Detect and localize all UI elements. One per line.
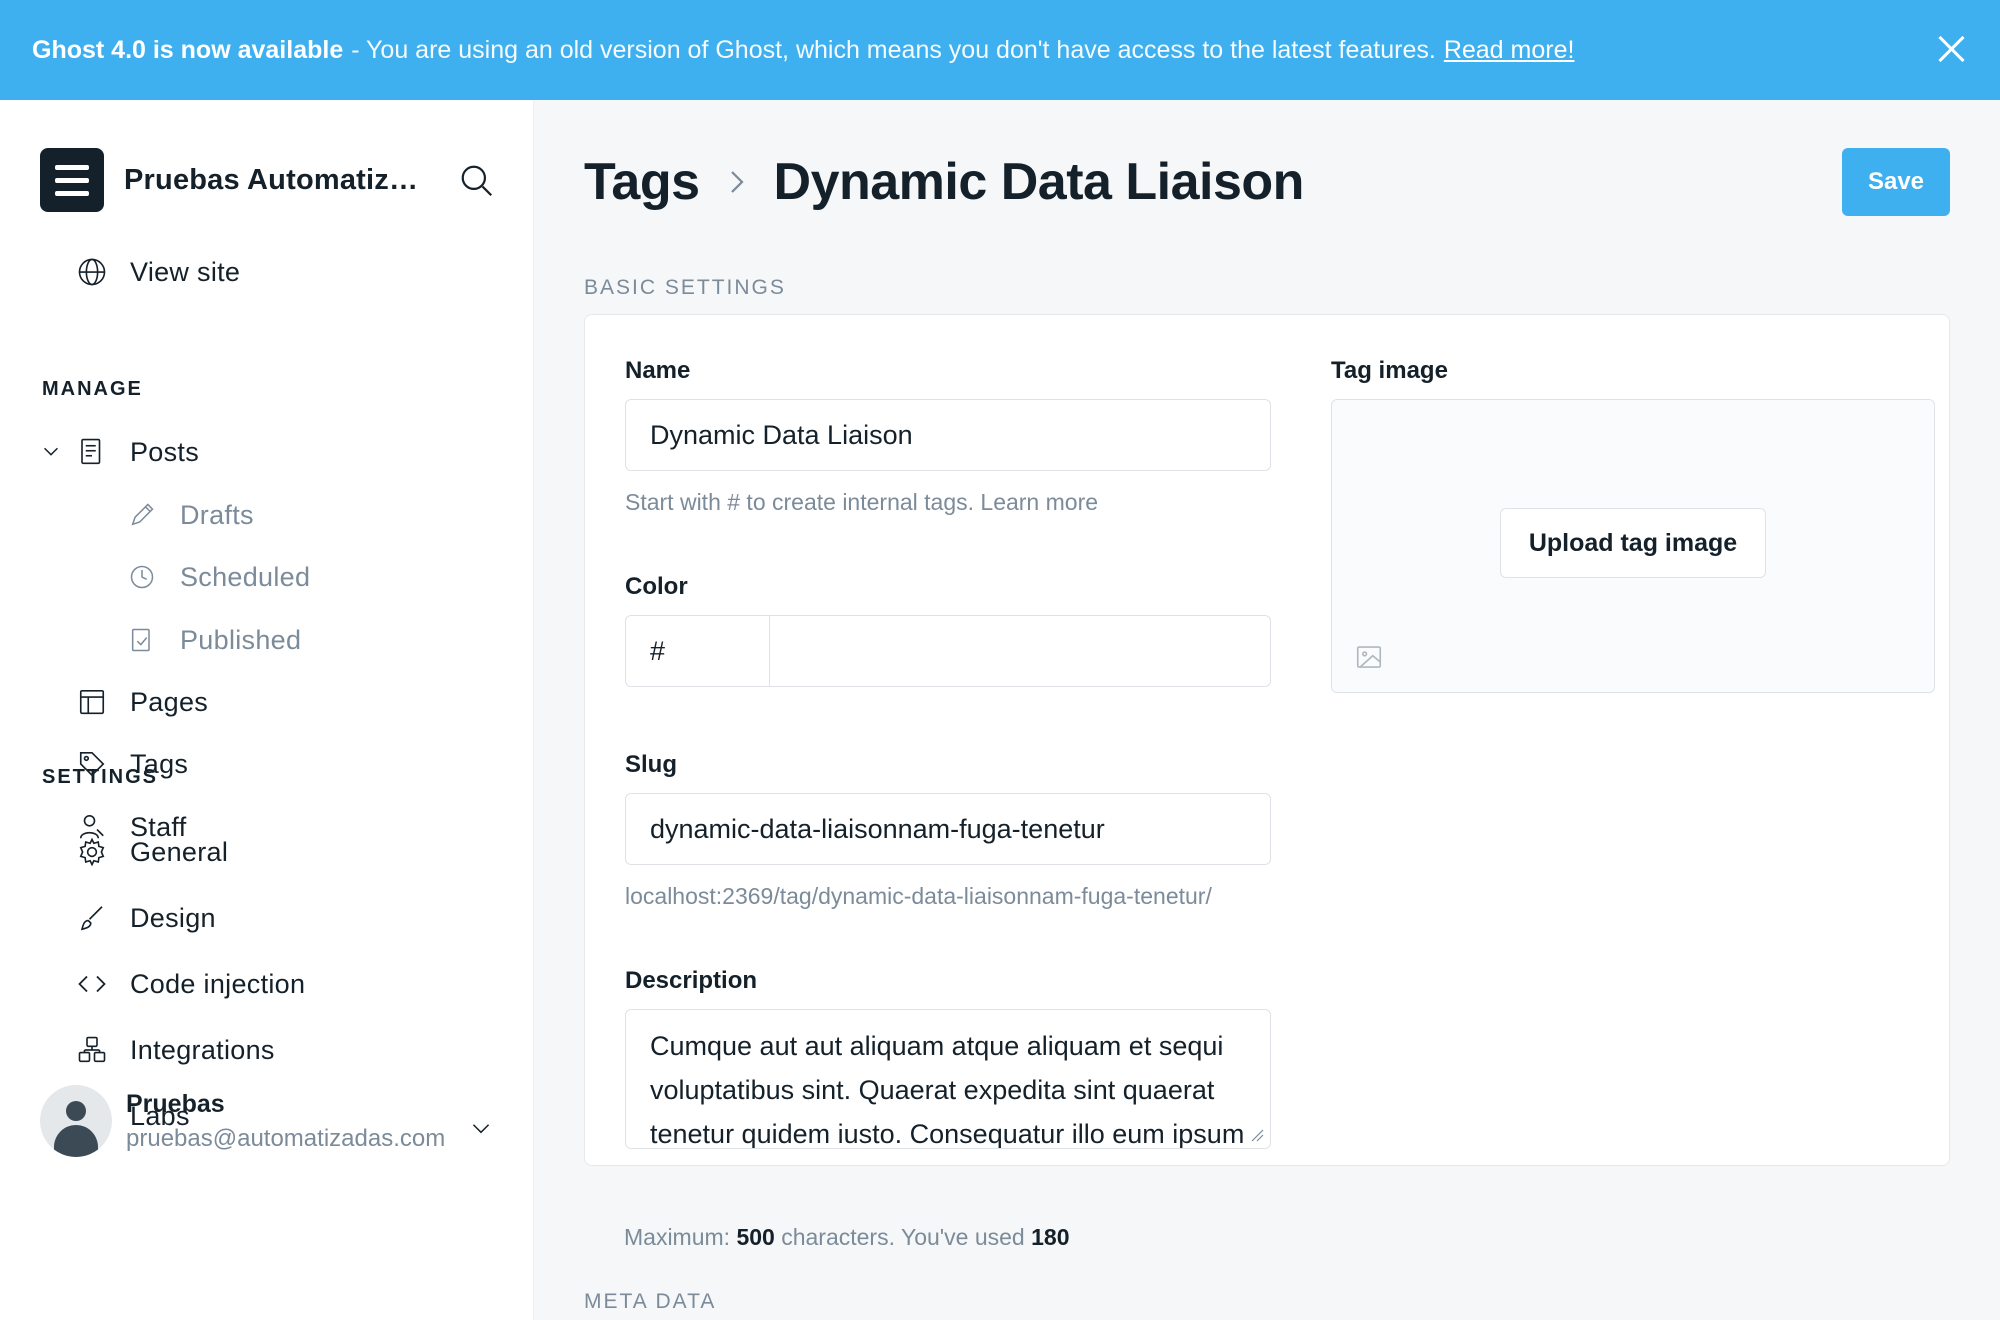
- section-label-manage: MANAGE: [42, 378, 143, 400]
- sidebar-item-label: Scheduled: [180, 561, 311, 592]
- color-hash: #: [650, 636, 666, 666]
- pencil-icon: [124, 497, 160, 533]
- avatar: [40, 1085, 112, 1157]
- sidebar-item-code-injection[interactable]: Code injection: [74, 966, 305, 1002]
- sidebar-item-integrations[interactable]: Integrations: [74, 1032, 275, 1068]
- sidebar-item-view-site[interactable]: View site: [74, 254, 240, 290]
- user-email: pruebas@automatizadas.com: [126, 1124, 446, 1152]
- sidebar-item-label: Posts: [130, 436, 200, 467]
- sidebar-item-label: Integrations: [130, 1034, 275, 1065]
- chevron-down-icon[interactable]: [40, 440, 62, 462]
- name-label: Name: [625, 357, 691, 384]
- section-label-settings: SETTINGS: [42, 766, 159, 788]
- user-menu[interactable]: Pruebas pruebas@automatizadas.com: [40, 1085, 446, 1157]
- sidebar-item-label: View site: [130, 256, 241, 287]
- breadcrumb: Tags Dynamic Data Liaison: [584, 152, 1304, 212]
- pages-icon: [74, 684, 110, 720]
- breadcrumb-tags-link[interactable]: Tags: [584, 152, 700, 212]
- sidebar-item-posts[interactable]: Posts: [74, 434, 199, 470]
- color-swatch[interactable]: [698, 616, 770, 686]
- color-label: Color: [625, 573, 688, 600]
- search-icon[interactable]: [458, 162, 496, 200]
- banner-headline: Ghost 4.0 is now available: [32, 35, 344, 64]
- slug-label: Slug: [625, 751, 677, 778]
- sidebar-item-label: General: [130, 836, 229, 867]
- sidebar-item-scheduled[interactable]: Scheduled: [124, 559, 310, 595]
- upgrade-banner: Ghost 4.0 is now available - You are usi…: [0, 0, 2000, 100]
- resize-grip-icon[interactable]: [1250, 1128, 1264, 1142]
- sidebar-item-label: Code injection: [130, 968, 306, 999]
- upload-tag-image-button[interactable]: Upload tag image: [1500, 508, 1766, 578]
- color-field[interactable]: #: [625, 615, 1271, 687]
- banner-read-more-link[interactable]: Read more!: [1444, 36, 1575, 65]
- image-icon: [1356, 646, 1382, 668]
- description-field[interactable]: Cumque aut aut aliquam atque aliquam et …: [625, 1009, 1271, 1149]
- description-value: Cumque aut aut aliquam atque aliquam et …: [650, 1031, 1245, 1149]
- name-field[interactable]: Dynamic Data Liaison: [625, 399, 1271, 471]
- site-name: Pruebas Automatizadas: [124, 163, 424, 196]
- sidebar-item-label: Drafts: [180, 499, 254, 530]
- brush-icon: [74, 900, 110, 936]
- posts-icon: [74, 434, 110, 470]
- chevron-down-icon[interactable]: [468, 1115, 494, 1141]
- main-content: Tags Dynamic Data Liaison Save BASIC SET…: [534, 100, 2000, 1320]
- basic-settings-card: Name Dynamic Data Liaison Start with # t…: [584, 314, 1950, 1166]
- description-char-count: Maximum: 500 characters. You've used 180: [624, 1224, 1070, 1250]
- code-icon: [74, 966, 110, 1002]
- slug-url-hint: localhost:2369/tag/dynamic-data-liaisonn…: [625, 883, 1212, 909]
- sidebar-item-design[interactable]: Design: [74, 900, 216, 936]
- tag-image-label: Tag image: [1331, 357, 1448, 384]
- page-title: Dynamic Data Liaison: [773, 153, 1305, 211]
- close-icon[interactable]: [1936, 34, 1966, 64]
- site-logo: [40, 148, 104, 212]
- description-label: Description: [625, 967, 758, 994]
- sidebar-item-general[interactable]: General: [74, 834, 228, 870]
- banner-message: - You are using an old version of Ghost,…: [351, 35, 1436, 64]
- globe-icon: [74, 254, 110, 290]
- section-label-meta-data: META DATA: [584, 1290, 717, 1313]
- section-label-basic-settings: BASIC SETTINGS: [584, 276, 786, 299]
- chevron-right-icon: [730, 171, 744, 193]
- clock-icon: [124, 559, 160, 595]
- sidebar-item-label: Pages: [130, 686, 209, 717]
- sidebar-item-published[interactable]: Published: [124, 622, 301, 658]
- gear-icon: [74, 834, 110, 870]
- sidebar-item-label: Published: [180, 624, 302, 655]
- sidebar-item-drafts[interactable]: Drafts: [124, 497, 254, 533]
- user-name: Pruebas: [126, 1089, 225, 1118]
- name-hint: Start with # to create internal tags. Le…: [625, 489, 1099, 515]
- sidebar-item-pages[interactable]: Pages: [74, 684, 208, 720]
- sidebar-item-label: Design: [130, 902, 216, 933]
- slug-field[interactable]: dynamic-data-liaisonnam-fuga-tenetur: [625, 793, 1271, 865]
- save-button[interactable]: Save: [1842, 148, 1950, 216]
- integrations-icon: [74, 1032, 110, 1068]
- site-header[interactable]: Pruebas Automatizadas: [40, 148, 424, 212]
- published-icon: [124, 622, 160, 658]
- tag-image-dropzone[interactable]: Upload tag image: [1331, 399, 1935, 693]
